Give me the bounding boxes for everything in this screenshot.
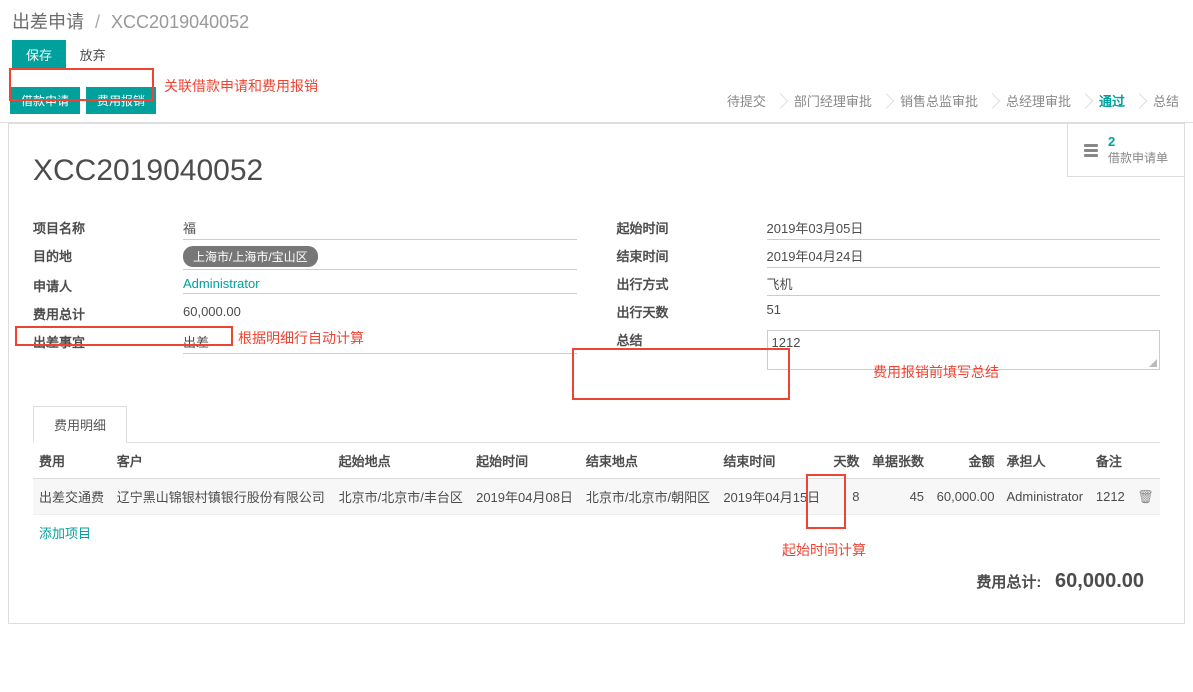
breadcrumb-sep: /: [95, 12, 100, 32]
annotation-box-days: [806, 474, 846, 529]
mode-label: 出行方式: [617, 274, 767, 293]
project-label: 项目名称: [33, 218, 183, 237]
delete-row-icon[interactable]: 🗑: [1131, 479, 1160, 515]
status-step-1[interactable]: 部门经理审批: [780, 83, 886, 118]
annotation-text-actions: 关联借款申请和费用报销: [164, 76, 318, 96]
loan-stat-button[interactable]: 2 借款申请单: [1067, 124, 1184, 177]
th-start-loc: 起始地点: [333, 443, 470, 479]
tab-detail[interactable]: 费用明细: [33, 406, 127, 443]
cell-start-loc[interactable]: 北京市/北京市/丰台区: [333, 479, 470, 515]
dest-label: 目的地: [33, 246, 183, 265]
status-step-0[interactable]: 待提交: [713, 83, 780, 118]
cell-owner[interactable]: Administrator: [1001, 479, 1090, 515]
th-amount: 金额: [930, 443, 1000, 479]
dest-tag[interactable]: 上海市/上海市/宝山区: [183, 246, 318, 267]
th-customer: 客户: [111, 443, 333, 479]
dest-value[interactable]: 上海市/上海市/宝山区: [183, 246, 577, 270]
status-step-3[interactable]: 总经理审批: [992, 83, 1085, 118]
toolbar: 保存 放弃: [0, 36, 1193, 79]
status-step-5[interactable]: 总结: [1139, 83, 1193, 118]
detail-table: 费用 客户 起始地点 起始时间 结束地点 结束时间 天数 单据张数 金额 承担人…: [33, 443, 1160, 515]
list-icon: [1084, 144, 1098, 157]
applicant-value[interactable]: Administrator: [183, 276, 577, 294]
cell-end-loc[interactable]: 北京市/北京市/朝阳区: [580, 479, 717, 515]
mode-value[interactable]: 飞机: [767, 274, 1161, 296]
annotation-text-total: 根据明细行自动计算: [238, 328, 364, 348]
project-value[interactable]: 福: [183, 218, 577, 240]
days-label: 出行天数: [617, 302, 767, 321]
table-footer: 费用总计: 60,000.00: [33, 550, 1160, 603]
cell-remark[interactable]: 1212: [1090, 479, 1131, 515]
start-value[interactable]: 2019年03月05日: [767, 218, 1161, 240]
stat-label: 借款申请单: [1108, 149, 1168, 166]
th-fee: 费用: [33, 443, 111, 479]
form-col-left: 项目名称 福 目的地 上海市/上海市/宝山区 申请人 Administrator…: [33, 218, 577, 376]
annotation-box-actions: [9, 68, 154, 101]
summary-label: 总结: [617, 330, 767, 349]
breadcrumb: 出差申请 / XCC2019040052: [0, 0, 1193, 36]
status-step-2[interactable]: 销售总监审批: [886, 83, 992, 118]
annotation-text-days: 起始时间计算: [782, 540, 866, 560]
annotation-text-summary: 费用报销前填写总结: [873, 362, 999, 382]
stat-count: 2: [1108, 134, 1168, 149]
status-step-4[interactable]: 通过: [1085, 83, 1139, 118]
th-actions: [1131, 443, 1160, 479]
cell-fee[interactable]: 出差交通费: [33, 479, 111, 515]
cell-start-time[interactable]: 2019年04月08日: [470, 479, 580, 515]
breadcrumb-root[interactable]: 出差申请: [12, 12, 84, 32]
breadcrumb-current: XCC2019040052: [111, 12, 249, 32]
th-end-loc: 结束地点: [580, 443, 717, 479]
status-bar: 待提交部门经理审批销售总监审批总经理审批通过总结: [713, 83, 1193, 118]
tabs: 费用明细: [33, 406, 1160, 443]
annotation-box-total: [15, 326, 233, 346]
th-bills: 单据张数: [865, 443, 930, 479]
total-value: 60,000.00: [183, 304, 577, 322]
discard-button[interactable]: 放弃: [80, 45, 106, 64]
th-owner: 承担人: [1001, 443, 1090, 479]
footer-label: 费用总计:: [976, 574, 1041, 591]
applicant-label: 申请人: [33, 276, 183, 295]
table-row[interactable]: 出差交通费 辽宁黑山锦银村镇银行股份有限公司 北京市/北京市/丰台区 2019年…: [33, 479, 1160, 515]
th-start-time: 起始时间: [470, 443, 580, 479]
record-title: XCC2019040052: [33, 154, 1160, 188]
cell-amount[interactable]: 60,000.00: [930, 479, 1000, 515]
th-remark: 备注: [1090, 443, 1131, 479]
total-label: 费用总计: [33, 304, 183, 323]
start-label: 起始时间: [617, 218, 767, 237]
end-value[interactable]: 2019年04月24日: [767, 246, 1161, 268]
end-label: 结束时间: [617, 246, 767, 265]
footer-value: 60,000.00: [1055, 570, 1144, 592]
cell-customer[interactable]: 辽宁黑山锦银村镇银行股份有限公司: [111, 479, 333, 515]
cell-bills[interactable]: 45: [865, 479, 930, 515]
save-button[interactable]: 保存: [12, 40, 66, 69]
days-value: 51: [767, 302, 1161, 320]
annotation-box-summary: [572, 348, 790, 400]
add-line-link[interactable]: 添加项目: [33, 515, 97, 550]
